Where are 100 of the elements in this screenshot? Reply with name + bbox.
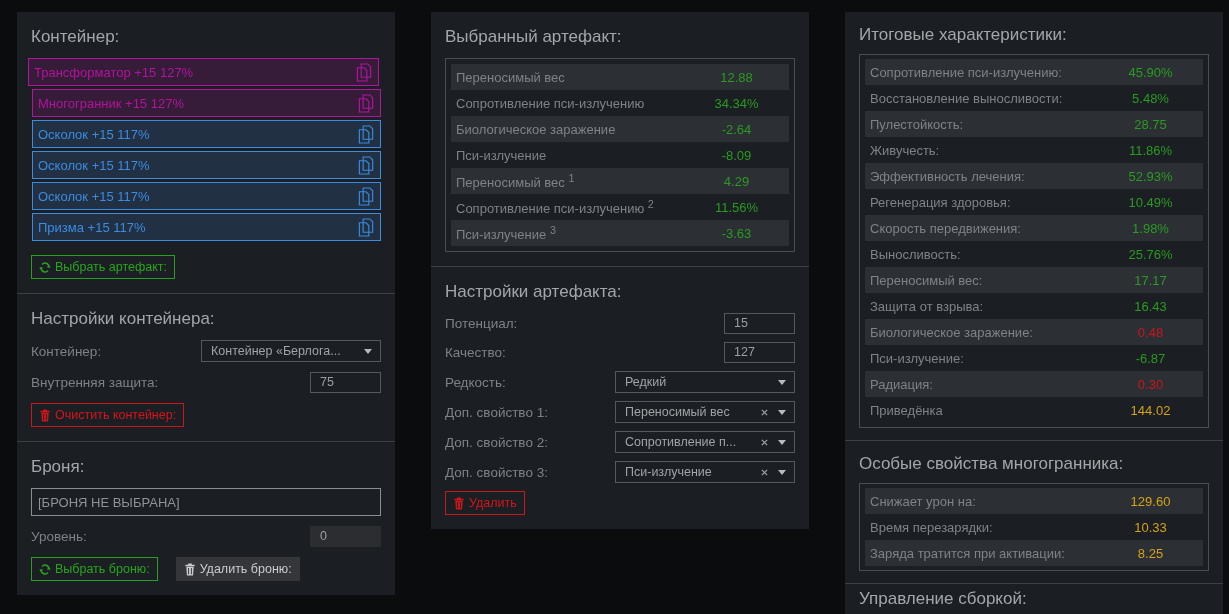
stat-value: 129.60 (1129, 493, 1172, 509)
caret-icon (778, 469, 786, 475)
stat-name: Восстановление выносливости: (870, 90, 1064, 106)
stat-value: 11.56% (713, 199, 760, 215)
stat-name: Переносимый вес: (870, 272, 984, 288)
field-label: Потенциал: (445, 316, 518, 331)
field-label: Качество: (445, 345, 506, 360)
section-title: Контейнер: (31, 26, 121, 48)
stat-value: 10.49% (1127, 194, 1174, 210)
stat-name: Эффективность лечения: (870, 168, 1026, 184)
stat-value: 16.43 (1133, 298, 1168, 314)
stat-name: Пулестойкость: (870, 116, 965, 132)
field-label: Внутренняя защита: (31, 375, 159, 390)
artifact-item[interactable]: Призма +15 117% (32, 213, 381, 241)
stat-value: -3.63 (720, 225, 753, 241)
stat-value: 28.75 (1133, 116, 1168, 132)
section-title: Настройки контейнера: (31, 308, 216, 330)
section-title: Выбранный артефакт: (445, 26, 623, 48)
property-select[interactable]: Сопротивление п... (615, 431, 795, 453)
stat-value: -6.87 (1134, 350, 1167, 366)
armor-field[interactable]: [БРОНЯ НЕ ВЫБРАНА] (31, 488, 381, 516)
stat-name: Приведёнка (870, 402, 944, 418)
stat-value: 144.02 (1129, 402, 1172, 418)
caret-icon (364, 348, 372, 354)
container-select[interactable]: Контейнер «Берлога... (201, 340, 381, 362)
section-title: Броня: (31, 456, 86, 478)
armor-button[interactable]: Удалить броню: (175, 557, 300, 581)
stat-name: Переносимый вес (456, 69, 566, 85)
stat-name: Сопротивление пси-излучению (456, 95, 646, 111)
clear-icon[interactable] (761, 408, 768, 416)
stat-name: Живучесть: (870, 142, 941, 158)
copy-icon[interactable] (358, 124, 374, 144)
stat-value: 25.76% (1127, 246, 1174, 262)
armor-button[interactable]: Выбрать броню: (31, 557, 158, 581)
field-label: Редкость: (445, 374, 506, 390)
number-field[interactable]: 75 (310, 372, 381, 393)
clear-icon[interactable] (761, 468, 768, 476)
trash-icon (39, 408, 51, 422)
refresh-icon (39, 562, 51, 576)
stat-name: Пси-излучение: (870, 350, 965, 366)
trash-icon (183, 562, 196, 576)
field-label: Уровень: (31, 529, 87, 544)
stat-name: Скорость передвижения: (870, 220, 1022, 236)
caret-icon (778, 379, 786, 385)
clear-icon[interactable] (761, 438, 768, 446)
select-artifact-button[interactable]: Выбрать артефакт: (31, 255, 176, 279)
stat-name: Пси-излучение $^{3}$ (456, 223, 557, 243)
stat-value: -8.09 (720, 147, 753, 163)
stat-name: Время перезарядки: (870, 519, 994, 535)
stat-name: Радиация: (870, 376, 934, 392)
field-label: Контейнер: (31, 343, 102, 359)
section-title: Итоговые характеристики: (859, 24, 1068, 46)
stat-value: 11.86% (1127, 142, 1174, 158)
stat-value: 34.34% (713, 95, 760, 111)
copy-icon[interactable] (358, 93, 374, 113)
section-title: Управление сборкой: (859, 588, 1028, 610)
stat-value: 1.98% (1131, 220, 1170, 236)
delete-button[interactable]: Удалить (445, 491, 525, 515)
field-label: Доп. свойство 1: (445, 404, 548, 420)
stat-name: Биологическое заражение (456, 121, 617, 137)
stat-name: Биологическое заражение: (870, 324, 1034, 340)
artifact-item[interactable]: Осколок +15 117% (32, 182, 381, 210)
caret-icon (778, 439, 786, 445)
copy-icon[interactable] (356, 62, 372, 82)
caret-icon (778, 409, 786, 415)
copy-icon[interactable] (358, 186, 374, 206)
stat-name: Сопротивление пси-излучению $^{2}$ (456, 197, 655, 217)
stat-value: 52.93% (1127, 168, 1174, 184)
stat-value: -2.64 (720, 121, 753, 137)
section-title: Особые свойства многогранника: (859, 453, 1125, 475)
refresh-icon (39, 260, 51, 274)
property-select[interactable]: Редкий (615, 371, 795, 393)
number-field[interactable]: 15 (724, 313, 795, 334)
stat-value: 45.90% (1127, 64, 1174, 80)
stat-name: Сопротивление пси-излучению: (870, 64, 1063, 80)
property-select[interactable]: Пси-излучение (615, 461, 795, 483)
stat-value: 0.30 (1136, 376, 1165, 392)
stat-name: Переносимый вес $^{1}$ (456, 171, 576, 191)
stat-value: 0.48 (1136, 324, 1165, 340)
stat-name: Защита от взрыва: (870, 298, 985, 314)
stat-value: 8.25 (1136, 545, 1165, 561)
number-field[interactable]: 127 (724, 342, 795, 363)
stat-name: Снижает урон на: (870, 493, 977, 509)
copy-icon[interactable] (358, 155, 374, 175)
stat-value: 10.33 (1133, 519, 1168, 535)
field-label: Доп. свойство 2: (445, 434, 548, 450)
stat-name: Пси-излучение (456, 147, 548, 163)
stat-name: Регенерация здоровья: (870, 194, 1012, 210)
artifact-item[interactable]: Осколок +15 117% (32, 151, 381, 179)
stat-name: Выносливость: (870, 246, 962, 262)
clear-container-button[interactable]: Очистить контейнер: (31, 403, 185, 427)
stat-value: 5.48% (1131, 90, 1170, 106)
copy-icon[interactable] (358, 217, 374, 237)
section-title: Настройки артефакта: (445, 281, 623, 303)
field-label: Доп. свойство 3: (445, 464, 548, 480)
stat-value: 12.88 (719, 69, 754, 85)
stat-name: Заряда тратится при активации: (870, 545, 1066, 561)
property-select[interactable]: Переносимый вес (615, 401, 795, 423)
artifact-item[interactable]: Осколок +15 117% (32, 120, 381, 148)
stat-value: 17.17 (1133, 272, 1168, 288)
